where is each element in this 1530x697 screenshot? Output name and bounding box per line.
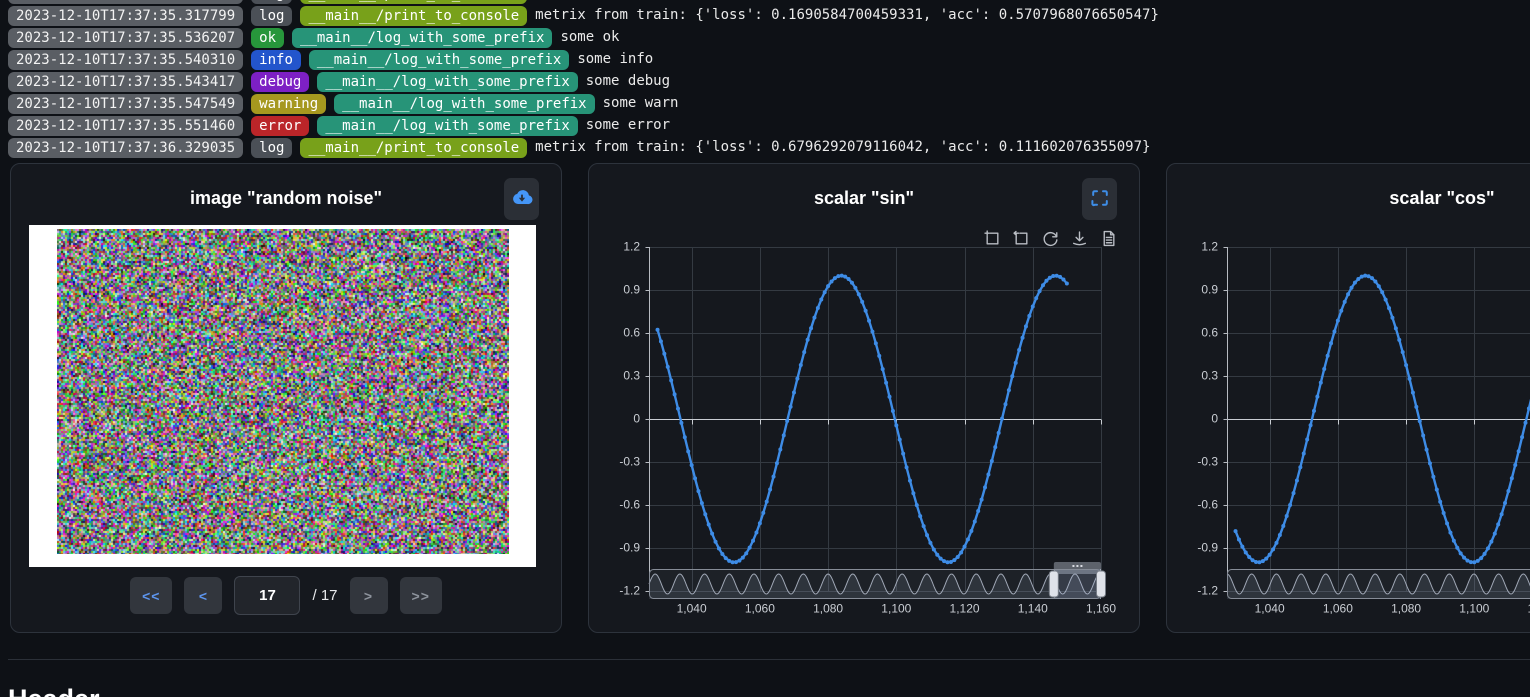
log-level-badge: log: [251, 6, 292, 26]
restore-icon: [1042, 230, 1059, 247]
zoom-reset-icon: [1013, 230, 1030, 247]
log-message: metrix from train: {'loss': 0.6796292079…: [535, 138, 1150, 155]
data-view-button[interactable]: [1100, 230, 1117, 247]
log-row: 2023-12-10T17:37:35.317799 log __main__/pr…: [8, 6, 1530, 26]
log-level-badge: info: [251, 50, 301, 70]
page-number-input[interactable]: [234, 576, 300, 615]
restore-button[interactable]: [1042, 230, 1059, 247]
log-row: 2023-12-10T17:37:36.329035 log __main__/pr…: [8, 138, 1530, 158]
log-timestamp: 2023-12-10T17:37:35.543417: [8, 72, 243, 92]
zoom-select-icon: [984, 230, 1001, 247]
log-timestamp: 2023-12-10T17:37:35.551460: [8, 116, 243, 136]
cos-chart-card: scalar "cos": [1166, 163, 1530, 633]
log-message: some debug: [586, 72, 670, 89]
section-divider: [8, 659, 1530, 660]
image-card: image "random noise" << < / 17 > >>: [10, 163, 562, 633]
log-timestamp: 2023-12-10T17:37:35.536207: [8, 28, 243, 48]
log-row: 2023-12-10T17:37:35.536207 ok __main__/log…: [8, 28, 1530, 48]
log-console[interactable]: 2023-12-10T17:37:35.317799 log __main__/pr…: [0, 0, 1530, 162]
log-rows: 2023-12-10T17:37:35.317799 log __main__/pr…: [0, 0, 1530, 158]
log-level-badge: error: [251, 116, 309, 136]
log-message: some info: [577, 50, 653, 67]
image-pagination: << < / 17 > >>: [11, 576, 561, 615]
save-image-button[interactable]: [1071, 230, 1088, 247]
section-heading: Header: [8, 684, 100, 697]
download-image-button[interactable]: [504, 178, 539, 220]
prev-page-button[interactable]: <: [184, 577, 222, 614]
log-row: 2023-12-10T17:37:35.543417 debug __main__/…: [8, 72, 1530, 92]
log-timestamp: 2023-12-10T17:37:36.329035: [8, 138, 243, 158]
log-level-badge: log: [251, 0, 292, 4]
log-source-badge: __main__/log_with_some_prefix: [317, 116, 577, 136]
log-message: some error: [586, 116, 670, 133]
log-message: metrix from train: {'loss': 0.1690584700…: [535, 6, 1159, 23]
cards-row: image "random noise" << < / 17 > >>: [10, 163, 1530, 633]
log-timestamp: 2023-12-10T17:37:35.317799: [8, 0, 243, 4]
image-card-title: image "random noise": [11, 188, 561, 209]
log-row: 2023-12-10T17:37:35.317799 log __main__/pr…: [8, 0, 1530, 4]
data-view-icon: [1100, 230, 1117, 247]
log-source-badge: __main__/log_with_some_prefix: [309, 50, 569, 70]
first-page-button[interactable]: <<: [130, 577, 172, 614]
save-image-icon: [1071, 230, 1088, 247]
log-source-badge: __main__/log_with_some_prefix: [292, 28, 552, 48]
log-timestamp: 2023-12-10T17:37:35.547549: [8, 94, 243, 114]
log-source-badge: __main__/print_to_console: [300, 0, 527, 4]
next-page-button[interactable]: >: [350, 577, 388, 614]
log-timestamp: 2023-12-10T17:37:35.540310: [8, 50, 243, 70]
log-source-badge: __main__/log_with_some_prefix: [334, 94, 594, 114]
page-total-label: / 17: [312, 587, 337, 604]
log-timestamp: 2023-12-10T17:37:35.317799: [8, 6, 243, 26]
log-source-badge: __main__/print_to_console: [300, 138, 527, 158]
log-message: metrix from train: {'loss': 0.1690584700…: [535, 0, 1159, 1]
sin-chart-card: scalar "sin": [588, 163, 1140, 633]
log-level-badge: debug: [251, 72, 309, 92]
zoom-select-button[interactable]: [984, 230, 1001, 247]
log-source-badge: __main__/log_with_some_prefix: [317, 72, 577, 92]
cloud-download-icon: [510, 186, 534, 213]
chart-toolbox: [984, 230, 1117, 247]
log-level-badge: log: [251, 138, 292, 158]
cos-chart-plot[interactable]: [1167, 164, 1530, 634]
log-source-badge: __main__/print_to_console: [300, 6, 527, 26]
zoom-reset-button[interactable]: [1013, 230, 1030, 247]
log-message: some warn: [603, 94, 679, 111]
log-row: 2023-12-10T17:37:35.540310 info __main__/l…: [8, 50, 1530, 70]
dashboard: 2023-12-10T17:37:35.317799 log __main__/pr…: [0, 0, 1530, 697]
log-level-badge: ok: [251, 28, 284, 48]
log-message: some ok: [560, 28, 619, 45]
last-page-button[interactable]: >>: [400, 577, 442, 614]
image-frame: [29, 225, 536, 567]
random-noise-image: [57, 229, 509, 554]
log-level-badge: warning: [251, 94, 326, 114]
log-row: 2023-12-10T17:37:35.551460 error __main__/…: [8, 116, 1530, 136]
log-row: 2023-12-10T17:37:35.547549 warning __main_…: [8, 94, 1530, 114]
